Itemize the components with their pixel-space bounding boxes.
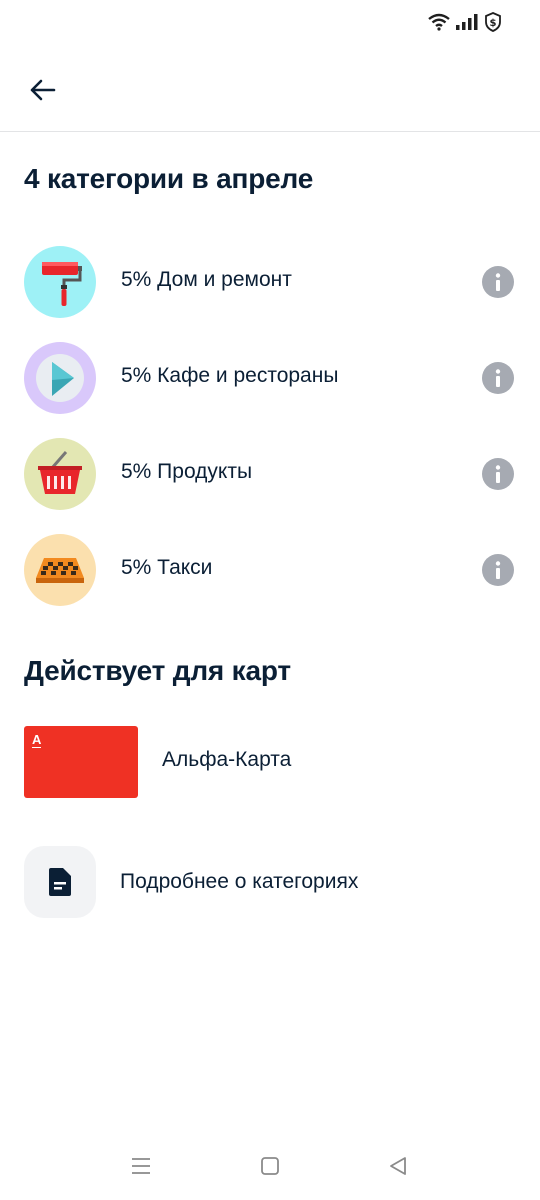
category-icon-bg bbox=[24, 534, 96, 606]
shopping-basket-icon bbox=[38, 451, 82, 494]
info-glyph bbox=[495, 273, 501, 291]
category-icon-bg bbox=[24, 246, 96, 318]
home-icon bbox=[261, 1157, 279, 1175]
categories-title: 4 категории в апреле bbox=[24, 163, 314, 194]
category-label: 5% Продукты bbox=[121, 460, 253, 483]
paint-roller-icon bbox=[42, 262, 82, 306]
document-icon bbox=[49, 868, 71, 896]
info-icon[interactable] bbox=[482, 554, 514, 586]
card-label: Альфа-Карта bbox=[162, 748, 292, 771]
more-label: Подробнее о категориях bbox=[120, 870, 359, 893]
info-icon[interactable] bbox=[482, 362, 514, 394]
info-glyph bbox=[495, 561, 501, 579]
info-glyph bbox=[495, 465, 501, 483]
info-icon[interactable] bbox=[482, 266, 514, 298]
card-thumbnail: А bbox=[24, 726, 138, 798]
home-button[interactable] bbox=[250, 1146, 290, 1186]
category-taxi[interactable]: 5% Такси bbox=[0, 534, 540, 630]
system-back-button[interactable] bbox=[378, 1146, 418, 1186]
category-cafe-restaurants[interactable]: 5% Кафе и рестораны bbox=[0, 342, 540, 438]
category-icon-bg bbox=[24, 438, 96, 510]
card-row[interactable]: А Альфа-Карта bbox=[0, 726, 540, 798]
status-icons: $ bbox=[428, 12, 502, 32]
svg-text:$: $ bbox=[490, 18, 497, 29]
wifi-icon bbox=[428, 13, 450, 31]
category-groceries[interactable]: 5% Продукты bbox=[0, 438, 540, 534]
info-glyph bbox=[495, 369, 501, 387]
category-label: 5% Кафе и рестораны bbox=[121, 364, 339, 387]
back-button[interactable] bbox=[20, 68, 64, 112]
signal-icon bbox=[456, 14, 478, 30]
document-icon-box bbox=[24, 846, 96, 918]
category-icon-bg bbox=[24, 342, 96, 414]
shield-dollar-icon: $ bbox=[485, 12, 501, 32]
category-label: 5% Дом и ремонт bbox=[121, 268, 292, 291]
arrow-left-icon bbox=[30, 79, 56, 101]
info-icon[interactable] bbox=[482, 458, 514, 490]
category-label: 5% Такси bbox=[121, 556, 213, 579]
taxi-sign-icon bbox=[36, 558, 84, 583]
header bbox=[0, 48, 540, 132]
category-home-repair[interactable]: 5% Дом и ремонт bbox=[0, 246, 540, 342]
menu-button[interactable] bbox=[121, 1146, 161, 1186]
play-bubble-icon bbox=[36, 354, 84, 402]
cards-title: Действует для карт bbox=[24, 655, 291, 686]
system-nav-bar bbox=[0, 1130, 540, 1200]
menu-icon bbox=[132, 1158, 150, 1174]
alfa-logo: А bbox=[32, 732, 42, 748]
more-about-categories-button[interactable]: Подробнее о категориях bbox=[0, 846, 540, 918]
back-triangle-icon bbox=[390, 1157, 406, 1175]
status-bar: $ bbox=[0, 0, 540, 48]
